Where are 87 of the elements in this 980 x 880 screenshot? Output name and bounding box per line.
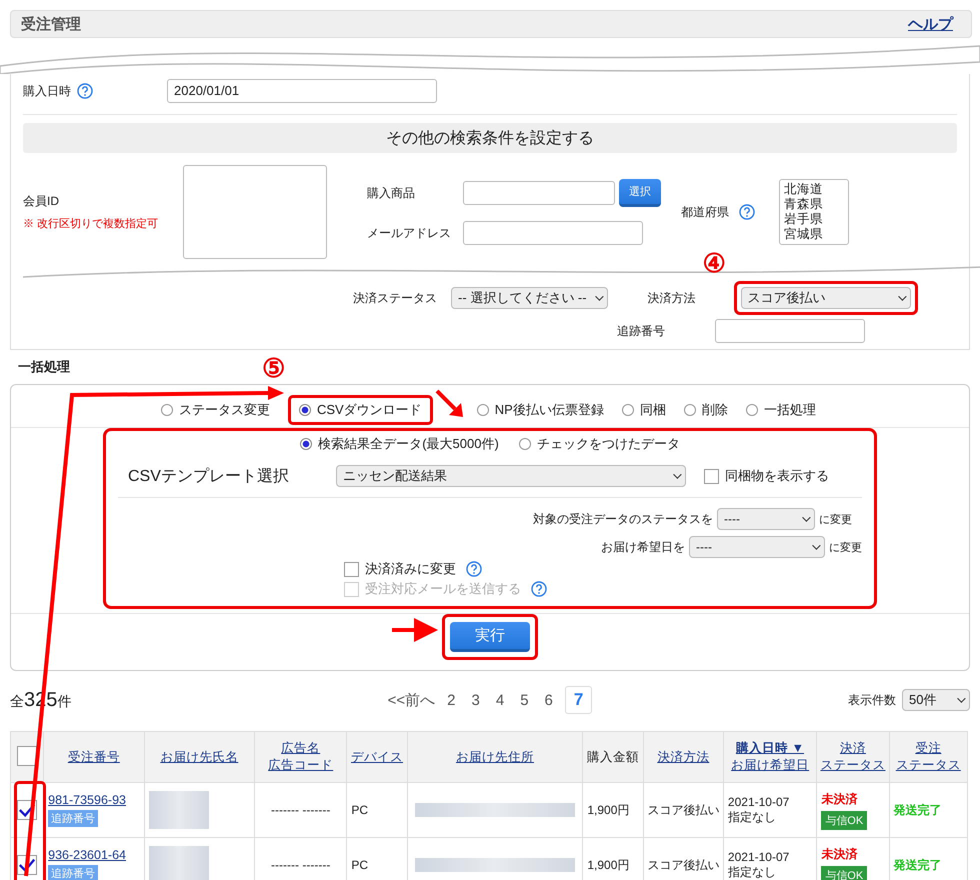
- payment-status-label: 決済ステータス: [353, 290, 438, 306]
- section-heading: 一括処理: [18, 358, 70, 376]
- prefecture-option[interactable]: 岩手県: [784, 212, 844, 227]
- total-prefix: 全: [10, 692, 24, 710]
- table-cell-text: 2021-10-07: [728, 850, 790, 864]
- total-suffix: 件: [57, 692, 72, 710]
- help-icon[interactable]: [739, 204, 755, 220]
- table-cell: スコア後払い: [648, 858, 720, 872]
- bundle-checkbox[interactable]: 同梱物を表示する: [704, 467, 829, 485]
- payment-status: 未決済: [821, 846, 858, 862]
- run-button[interactable]: 実行: [450, 622, 530, 652]
- target-radio[interactable]: 検索結果全データ(最大5000件): [300, 435, 499, 453]
- table-cell-text: 指定なし: [728, 864, 777, 880]
- per-page-select[interactable]: 50件: [902, 689, 970, 711]
- option-checkbox[interactable]: 決済済みに変更: [344, 560, 456, 578]
- order-number-link[interactable]: 936-23601-64: [48, 848, 140, 862]
- page-link[interactable]: 4: [492, 688, 508, 712]
- help-icon[interactable]: [466, 561, 482, 577]
- template-select[interactable]: ニッセン配送結果: [336, 465, 686, 487]
- prefecture-option[interactable]: 青森県: [784, 197, 844, 212]
- previous-page-link[interactable]: <<前へ: [388, 690, 436, 710]
- target-radio[interactable]: チェックをつけたデータ: [518, 435, 680, 453]
- tracking-number-label: 追跡番号: [617, 322, 666, 340]
- table-cell: PC: [351, 803, 368, 817]
- date-field[interactable]: 2020/01/01: [167, 79, 437, 103]
- page-title: 受注管理: [21, 14, 81, 34]
- member-id-label: 会員ID: [23, 193, 60, 210]
- table-cell-text: 2021-10-07: [728, 794, 790, 808]
- blurred-name-placeholder: [148, 846, 209, 880]
- per-page-label: 表示件数: [848, 692, 896, 708]
- annotation-arrow: [434, 389, 465, 419]
- table-cell: ------- -------: [271, 803, 330, 817]
- page-link[interactable]: 2: [443, 688, 460, 712]
- action-radio[interactable]: 一括処理: [746, 401, 816, 419]
- email-label: メールアドレス: [367, 224, 452, 242]
- action-radio[interactable]: 削除: [684, 401, 728, 419]
- blurred-name-placeholder: [148, 791, 209, 829]
- column-header[interactable]: 受注番号: [68, 748, 120, 766]
- action-radio[interactable]: NP後払い伝票登録: [476, 401, 604, 419]
- credit-badge: 与信OK: [821, 810, 868, 830]
- payment-method-select[interactable]: スコア後払い: [740, 287, 911, 309]
- help-link[interactable]: ヘルプ: [908, 14, 953, 34]
- email-field[interactable]: [463, 221, 643, 245]
- action-radio[interactable]: ステータス変更: [161, 401, 270, 419]
- template-label: CSVテンプレート選択: [128, 466, 290, 486]
- payment-status: 未決済: [821, 790, 858, 808]
- column-header: 購入金額: [586, 748, 639, 766]
- annotation-number: ④: [702, 250, 726, 276]
- status-change-label: 対象の受注データのステータスを: [533, 510, 713, 528]
- change-suffix: に変更: [819, 512, 852, 526]
- delivery-date-select[interactable]: ----: [689, 536, 825, 558]
- table-cell-text: 指定なし: [728, 808, 777, 826]
- prefecture-label: 都道府県: [681, 204, 729, 220]
- other-conditions-button[interactable]: その他の検索条件を設定する: [23, 123, 957, 153]
- delivery-change-label: お届け希望日を: [601, 538, 685, 556]
- payment-method-label: 決済方法: [648, 290, 697, 306]
- table-cell: ------- -------: [271, 858, 330, 872]
- action-radio[interactable]: 同梱: [622, 401, 666, 419]
- prefecture-option[interactable]: 北海道: [784, 182, 844, 197]
- table-cell: PC: [351, 858, 368, 872]
- action-radio[interactable]: CSVダウンロード: [288, 395, 433, 425]
- product-label: 購入商品: [367, 184, 416, 202]
- select-all-checkbox[interactable]: [17, 746, 38, 766]
- table-cell: スコア後払い: [648, 802, 720, 816]
- help-icon[interactable]: [531, 581, 547, 597]
- annotation-number: ⑤: [262, 355, 285, 381]
- prefecture-option[interactable]: 宮城県: [784, 227, 844, 242]
- select-button[interactable]: 選択: [619, 179, 661, 207]
- table-cell: 1,900円: [587, 858, 630, 872]
- change-suffix: に変更: [829, 540, 862, 554]
- payment-status-select[interactable]: -- 選択してください --: [451, 287, 608, 309]
- member-id-note: ※ 改行区切りで複数指定可: [23, 216, 160, 231]
- status-select[interactable]: ----: [717, 508, 815, 530]
- tracking-number-field[interactable]: [715, 319, 865, 343]
- order-status: 発送完了: [894, 802, 942, 816]
- page-link[interactable]: 5: [516, 688, 533, 712]
- product-field[interactable]: [463, 181, 615, 205]
- page-link[interactable]: 7: [564, 686, 592, 714]
- page-link[interactable]: 3: [468, 688, 484, 712]
- order-status: 発送完了: [894, 858, 942, 872]
- page-link[interactable]: 6: [540, 688, 557, 712]
- order-number-link[interactable]: 981-73596-93: [48, 793, 140, 807]
- help-icon[interactable]: [77, 83, 93, 99]
- purchase-date-label: 購入日時: [23, 82, 71, 100]
- table-cell: 1,900円: [587, 802, 630, 816]
- annotation-arrow: [392, 618, 438, 642]
- credit-badge: 与信OK: [821, 866, 868, 880]
